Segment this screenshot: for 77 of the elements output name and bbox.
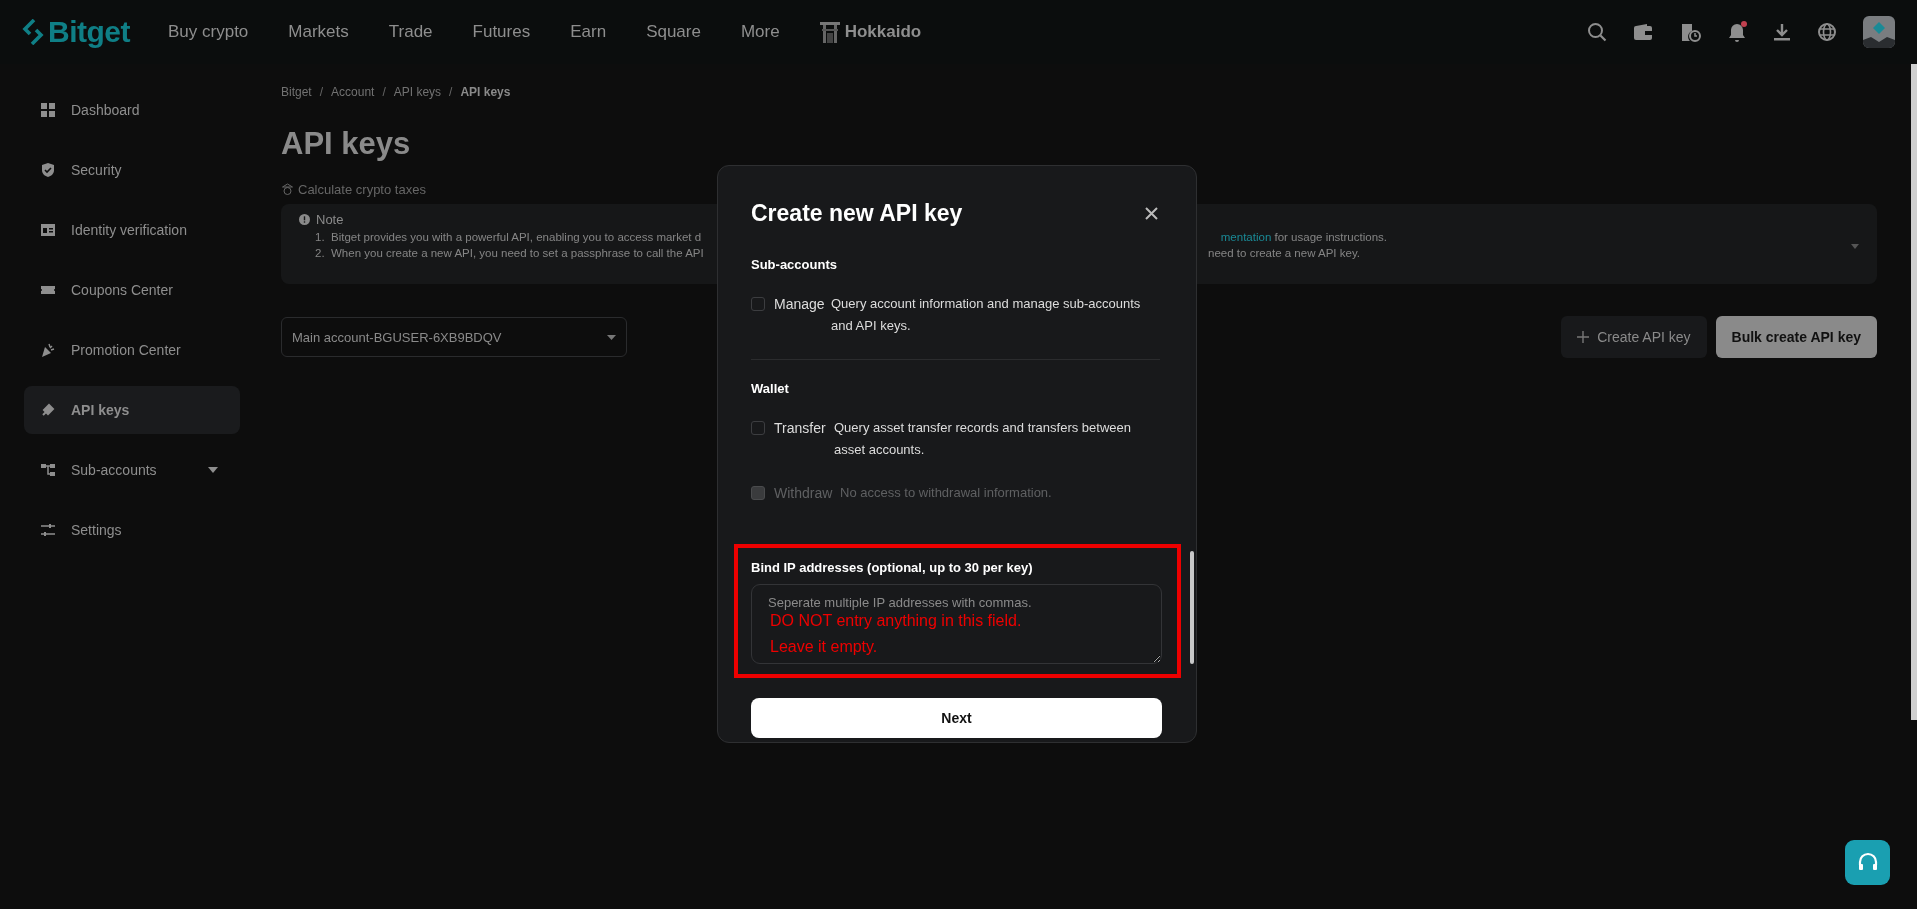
annotation-text: Leave it empty. [770, 638, 879, 656]
nav-link[interactable]: Square [646, 22, 701, 42]
next-button[interactable]: Next [751, 698, 1162, 738]
gate-icon [819, 21, 840, 43]
plug-icon [40, 402, 56, 418]
docs-link[interactable]: mentation [1220, 231, 1272, 243]
sidebar-item[interactable]: Dashboard [24, 86, 240, 134]
permission-label: Manage [774, 296, 826, 312]
sidebar-item[interactable]: Identity verification [24, 206, 240, 254]
breadcrumb-separator: / [382, 85, 386, 99]
logo-icon [22, 19, 44, 45]
field-label: Bind IP addresses (optional, up to 30 per key) [751, 560, 1034, 575]
create-button[interactable]: Create API key [1561, 316, 1707, 358]
list-number: 1. [315, 231, 326, 243]
alert-icon [299, 214, 310, 225]
sidebar-item[interactable]: Sub-accounts [24, 446, 240, 494]
nav-link[interactable]: Futures [472, 22, 531, 42]
id-card-icon [40, 222, 56, 238]
caret-icon[interactable] [1851, 244, 1859, 249]
nav-link[interactable]: Trade [388, 22, 433, 42]
breadcrumb-separator: / [319, 85, 324, 99]
tax-icon [281, 183, 294, 196]
sidebar-item[interactable]: Coupons Center [24, 266, 240, 314]
sliders-icon [40, 522, 56, 538]
tax-link[interactable]: Calculate crypto taxes [281, 182, 426, 197]
support-button[interactable] [1845, 840, 1890, 885]
account-select[interactable]: Main account-BGUSER-6XB9BDQV [281, 317, 627, 357]
permission-description: Query asset transfer records and transfers between asset accounts. [834, 419, 1132, 459]
note-text: mentation for usage instructions. [1220, 231, 1387, 243]
permission-description: No access to withdrawal information. [840, 484, 1052, 502]
bell-icon[interactable] [1727, 21, 1747, 43]
permission-label: Withdraw [774, 485, 834, 501]
plus-icon [1577, 331, 1590, 343]
nav-link[interactable]: Markets [288, 22, 349, 42]
dashboard-icon [40, 102, 56, 118]
section-title: Sub-accounts [751, 257, 838, 272]
bitget-logo[interactable]: Bitget [22, 15, 130, 49]
annotation-text: DO NOT entry anything in this field. [770, 612, 1022, 630]
note-title: Note [316, 212, 344, 227]
bulk-create-button[interactable]: Bulk create API key [1715, 316, 1877, 358]
permission-description: Query account information and manage sub-accounts and API keys. [831, 295, 1142, 335]
page-title: API keys [281, 126, 412, 162]
nav-link[interactable]: Earn [570, 22, 607, 42]
nav-link[interactable]: Buy crypto [168, 22, 249, 42]
checkbox[interactable] [751, 421, 765, 435]
note-text: When you create a new API, you need to set a passphrase to call the API [331, 247, 704, 259]
breadcrumb-separator: / [449, 85, 453, 99]
sidebar-item[interactable]: API keys [24, 386, 240, 434]
sidebar-item[interactable]: Settings [24, 506, 240, 554]
breadcrumb-link[interactable]: API keys [460, 85, 511, 99]
scrollbar[interactable] [1190, 551, 1194, 664]
breadcrumb-link[interactable]: Account [331, 85, 375, 99]
sidebar-item[interactable]: Security [24, 146, 240, 194]
breadcrumb-link[interactable]: Bitget [281, 85, 312, 99]
note-text: need to create a new API key. [1208, 247, 1360, 259]
sidebar-item[interactable]: Promotion Center [24, 326, 240, 374]
shield-icon [40, 162, 56, 178]
order-history-icon[interactable] [1679, 22, 1701, 42]
permission-label: Transfer [774, 420, 827, 436]
download-icon[interactable] [1773, 23, 1791, 41]
caret-icon [607, 334, 616, 340]
section-title: Wallet [751, 381, 790, 396]
avatar[interactable] [1863, 16, 1895, 48]
party-popper-icon [40, 342, 56, 358]
breadcrumb-link[interactable]: API keys [393, 85, 442, 99]
search-icon[interactable] [1587, 22, 1607, 42]
globe-icon[interactable] [1817, 22, 1837, 42]
checkbox[interactable] [751, 297, 765, 311]
close-icon[interactable] [1145, 207, 1158, 220]
hierarchy-icon [40, 462, 56, 478]
wallet-icon[interactable] [1633, 23, 1653, 41]
dialog-title: Create new API key [751, 200, 963, 227]
scrollbar[interactable] [1911, 64, 1917, 720]
list-number: 2. [315, 247, 326, 259]
promo-link[interactable]: Hokkaido [819, 21, 922, 43]
note-text: Bitget provides you with a powerful API, enabling you to access market d [331, 231, 702, 243]
nav-link[interactable]: More [740, 22, 780, 42]
